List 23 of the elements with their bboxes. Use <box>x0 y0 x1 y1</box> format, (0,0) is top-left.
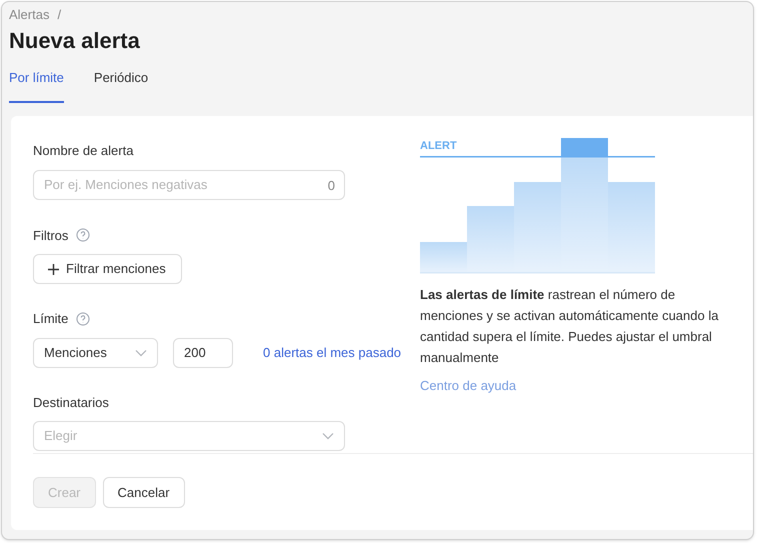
field-label: Límite <box>33 310 68 328</box>
page-title: Nueva alerta <box>9 26 141 54</box>
alerts-link[interactable]: 0 alertas el mes pasado <box>263 342 402 362</box>
help-icon[interactable] <box>76 228 90 242</box>
input-field[interactable]: 200 <box>173 338 233 368</box>
field-label: Nombre de alerta <box>33 142 134 160</box>
description-text: Las alertas de límite rastrean el número de menciones y se activan automáticamente cuando la cantidad supera el límite. Puedes ajustar el umbral manualmente <box>420 286 720 367</box>
chevron-down-icon <box>322 432 334 440</box>
tab[interactable]: Por límite <box>9 68 64 103</box>
tab[interactable]: Periódico <box>94 68 148 103</box>
chart-label: ALERT <box>420 140 457 152</box>
breadcrumb-separator: / <box>57 6 62 24</box>
character-counter: 0 <box>328 176 335 194</box>
filter-button[interactable]: Filtrar menciones <box>33 254 182 284</box>
field-label: Filtros <box>33 226 68 244</box>
plus-icon <box>48 264 59 274</box>
help-icon[interactable] <box>76 312 90 326</box>
breadcrumb-link[interactable]: Alertas <box>9 5 50 24</box>
select-dropdown[interactable]: Menciones <box>33 338 158 368</box>
action-button[interactable]: Cancelar <box>102 477 185 508</box>
chevron-down-icon <box>135 348 147 356</box>
field-label: Destinatarios <box>33 394 110 412</box>
help-link[interactable]: Centro de ayuda <box>420 376 730 396</box>
